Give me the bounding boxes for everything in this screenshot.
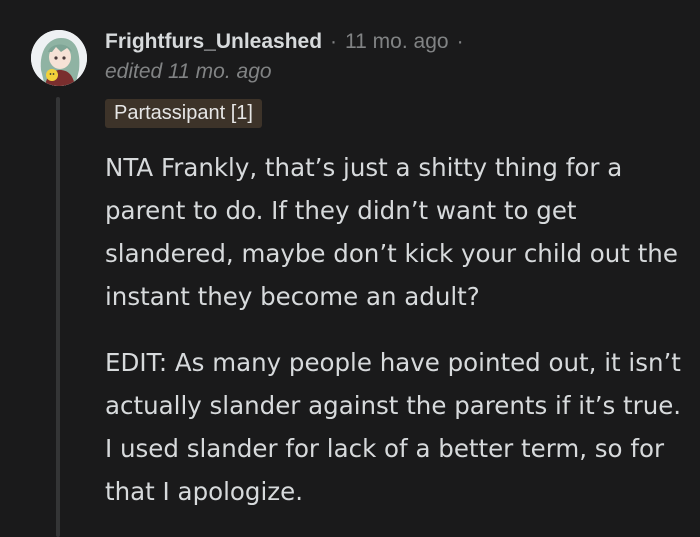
comment-meta: Frightfurs_Unleashed · 11 mo. ago · [105, 27, 472, 57]
user-flair: Partassipant [1] [105, 99, 262, 128]
edited-label: edited 11 mo. ago [105, 60, 272, 83]
timestamp-link[interactable]: 11 mo. ago [345, 30, 449, 54]
comment-paragraph: NTA Frankly, that’s just a shitty thing … [105, 153, 678, 311]
username-link[interactable]: Frightfurs_Unleashed [105, 30, 322, 54]
comment-paragraph: EDIT: As many people have pointed out, i… [105, 348, 682, 506]
avatar-image [31, 30, 87, 86]
comment-body: NTA Frankly, that’s just a shitty thing … [105, 146, 685, 536]
comment: Frightfurs_Unleashed · 11 mo. ago · edit… [0, 0, 700, 537]
avatar[interactable] [31, 30, 87, 86]
meta-separator-trailing: · [456, 30, 464, 53]
meta-separator: · [330, 30, 338, 53]
thread-line[interactable] [56, 97, 60, 537]
